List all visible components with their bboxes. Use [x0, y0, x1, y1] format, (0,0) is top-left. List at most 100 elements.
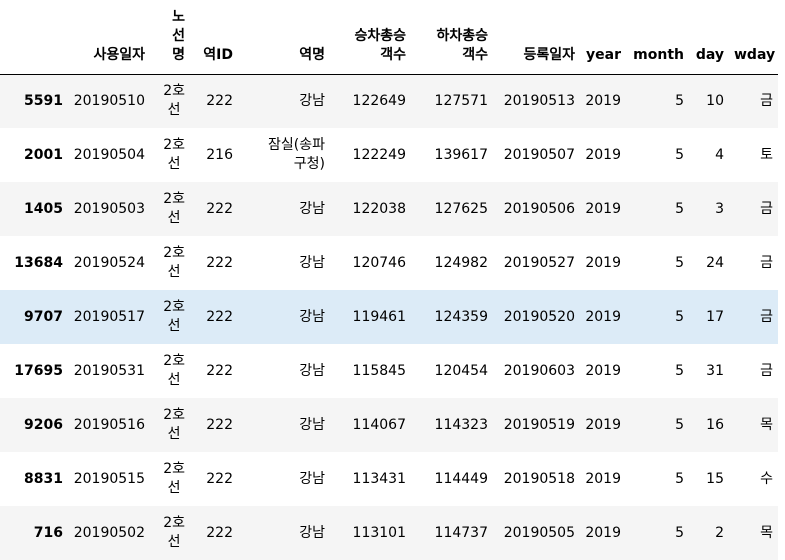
column-header-registration-date: 등록일자: [493, 0, 580, 75]
cell-station-name: 강남: [238, 506, 330, 560]
cell-year: 2019: [580, 236, 626, 290]
column-header-wday: wday: [729, 0, 778, 75]
cell-station-name: 강남: [238, 236, 330, 290]
table-row[interactable]: 13684 20190524 2호 선 222 강남 120746 124982 2019052…: [0, 236, 778, 290]
cell-day: 4: [689, 128, 729, 182]
cell-station-name: 강남: [238, 344, 330, 398]
cell-year: 2019: [580, 290, 626, 344]
cell-station-id: 222: [190, 344, 238, 398]
cell-alighting-total: 124982: [411, 236, 493, 290]
cell-month: 5: [626, 398, 689, 452]
table-row[interactable]: 17695 20190531 2호 선 222 강남 115845 120454 2019060…: [0, 344, 778, 398]
table-body: 5591 20190510 2호 선 222 강남 122649 127571 20190513…: [0, 74, 778, 560]
cell-month: 5: [626, 452, 689, 506]
cell-line-name: 2호 선: [150, 128, 190, 182]
column-header-station-name: 역명: [238, 0, 330, 75]
cell-line-name: 2호 선: [150, 182, 190, 236]
cell-date: 20190504: [68, 128, 150, 182]
cell-date: 20190515: [68, 452, 150, 506]
table-row[interactable]: 2001 20190504 2호 선 216 잠실(송파 구청) 122249 139617 20…: [0, 128, 778, 182]
cell-day: 10: [689, 74, 729, 128]
cell-wday: 목: [729, 398, 778, 452]
table-row[interactable]: 5591 20190510 2호 선 222 강남 122649 127571 20190513…: [0, 74, 778, 128]
cell-day: 2: [689, 506, 729, 560]
cell-date: 20190502: [68, 506, 150, 560]
table-row[interactable]: 9707 20190517 2호 선 222 강남 119461 124359 20190520…: [0, 290, 778, 344]
cell-boarding-total: 120746: [330, 236, 411, 290]
cell-line-name: 2호 선: [150, 398, 190, 452]
cell-wday: 금: [729, 236, 778, 290]
cell-station-id: 222: [190, 74, 238, 128]
table-row[interactable]: 9206 20190516 2호 선 222 강남 114067 114323 20190519…: [0, 398, 778, 452]
cell-date: 20190510: [68, 74, 150, 128]
dataframe-table: 사용일자 노 선 명 역ID 역명 승차총승 객수 하차총승 객수 등록일자 year month day…: [0, 0, 778, 560]
cell-boarding-total: 119461: [330, 290, 411, 344]
cell-line-name: 2호 선: [150, 452, 190, 506]
cell-line-name: 2호 선: [150, 344, 190, 398]
cell-station-name: 강남: [238, 74, 330, 128]
cell-date: 20190516: [68, 398, 150, 452]
cell-boarding-total: 113101: [330, 506, 411, 560]
cell-station-name: 잠실(송파 구청): [238, 128, 330, 182]
cell-registration-date: 20190513: [493, 74, 580, 128]
column-header-line-name: 노선명: [150, 0, 190, 75]
cell-month: 5: [626, 236, 689, 290]
row-index: 13684: [0, 236, 68, 290]
cell-boarding-total: 113431: [330, 452, 411, 506]
cell-station-id: 222: [190, 398, 238, 452]
cell-alighting-total: 120454: [411, 344, 493, 398]
cell-month: 5: [626, 128, 689, 182]
column-header-station-id: 역ID: [190, 0, 238, 75]
cell-registration-date: 20190527: [493, 236, 580, 290]
cell-registration-date: 20190519: [493, 398, 580, 452]
cell-line-name: 2호 선: [150, 506, 190, 560]
table-header-row: 사용일자 노 선 명 역ID 역명 승차총승 객수 하차총승 객수 등록일자 year month day…: [0, 0, 778, 75]
cell-date: 20190503: [68, 182, 150, 236]
cell-alighting-total: 127625: [411, 182, 493, 236]
cell-station-name: 강남: [238, 398, 330, 452]
table-row[interactable]: 716 20190502 2호 선 222 강남 113101 114737 20190505 2…: [0, 506, 778, 560]
cell-year: 2019: [580, 398, 626, 452]
row-index: 716: [0, 506, 68, 560]
cell-wday: 금: [729, 344, 778, 398]
row-index: 9707: [0, 290, 68, 344]
cell-station-name: 강남: [238, 290, 330, 344]
cell-wday: 목: [729, 506, 778, 560]
cell-station-id: 222: [190, 452, 238, 506]
cell-line-name: 2호 선: [150, 74, 190, 128]
row-index: 9206: [0, 398, 68, 452]
column-header-month: month: [626, 0, 689, 75]
cell-month: 5: [626, 290, 689, 344]
cell-month: 5: [626, 74, 689, 128]
cell-wday: 금: [729, 182, 778, 236]
cell-month: 5: [626, 182, 689, 236]
cell-station-id: 222: [190, 236, 238, 290]
cell-station-name: 강남: [238, 182, 330, 236]
cell-station-id: 222: [190, 506, 238, 560]
cell-year: 2019: [580, 344, 626, 398]
cell-alighting-total: 114737: [411, 506, 493, 560]
cell-alighting-total: 127571: [411, 74, 493, 128]
cell-alighting-total: 124359: [411, 290, 493, 344]
cell-registration-date: 20190505: [493, 506, 580, 560]
column-header-day: day: [689, 0, 729, 75]
cell-boarding-total: 122649: [330, 74, 411, 128]
cell-registration-date: 20190518: [493, 452, 580, 506]
cell-station-id: 216: [190, 128, 238, 182]
cell-year: 2019: [580, 182, 626, 236]
cell-station-id: 222: [190, 182, 238, 236]
column-header-year: year: [580, 0, 626, 75]
cell-registration-date: 20190506: [493, 182, 580, 236]
cell-month: 5: [626, 506, 689, 560]
cell-wday: 수: [729, 452, 778, 506]
table-row[interactable]: 1405 20190503 2호 선 222 강남 122038 127625 20190506…: [0, 182, 778, 236]
cell-line-name: 2호 선: [150, 236, 190, 290]
cell-year: 2019: [580, 128, 626, 182]
cell-day: 15: [689, 452, 729, 506]
cell-boarding-total: 122249: [330, 128, 411, 182]
table-row[interactable]: 8831 20190515 2호 선 222 강남 113431 114449 20190518…: [0, 452, 778, 506]
cell-day: 24: [689, 236, 729, 290]
cell-registration-date: 20190520: [493, 290, 580, 344]
cell-day: 16: [689, 398, 729, 452]
cell-line-name: 2호 선: [150, 290, 190, 344]
